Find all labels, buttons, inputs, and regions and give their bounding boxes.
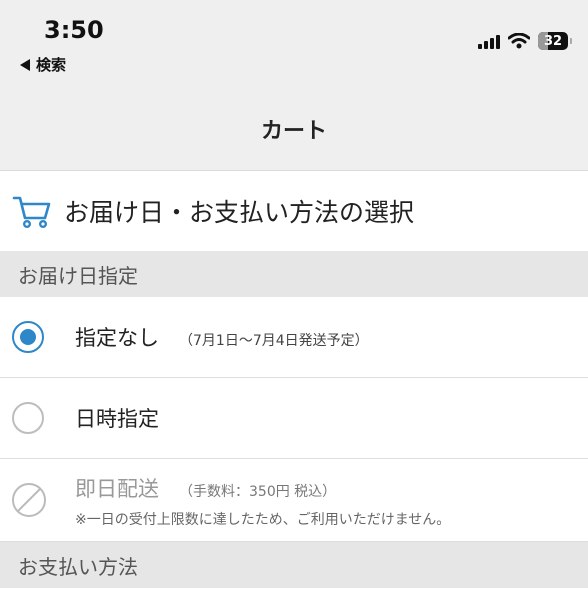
wifi-icon [508, 33, 530, 49]
section-heading-text: お届け日・お支払い方法の選択 [64, 198, 415, 227]
option-body: 即日配送 （手数料：350円 税込） ※一日の受付上限数に達したため、ご利用いただ… [75, 473, 450, 529]
navigation-bar: カート [0, 88, 588, 171]
option-label: 日時指定 [75, 407, 159, 431]
option-note: （手数料：350円 税込） [179, 484, 337, 500]
delivery-option-same-day: 即日配送 （手数料：350円 税込） ※一日の受付上限数に達したため、ご利用いただ… [0, 459, 588, 542]
delivery-date-header: お届け日指定 [0, 251, 588, 297]
delivery-option-datetime[interactable]: 日時指定 [0, 378, 588, 459]
status-time: 3:50 [44, 16, 104, 44]
back-arrow-icon [20, 58, 30, 71]
disabled-circle-slash-icon [12, 483, 46, 517]
delivery-option-unspecified[interactable]: 指定なし （7月1日〜7月4日発送予定） [0, 297, 588, 378]
option-body: 指定なし （7月1日〜7月4日発送予定） [75, 322, 369, 352]
battery-icon: 32 [538, 32, 572, 50]
option-body: 日時指定 [75, 403, 159, 433]
back-to-search-link[interactable]: 検索 [20, 54, 66, 75]
option-note: （7月1日〜7月4日発送予定） [179, 333, 369, 349]
battery-level: 32 [543, 33, 563, 49]
option-warning: ※一日の受付上限数に達したため、ご利用いただけません。 [75, 512, 451, 528]
radio-unselected-icon[interactable] [12, 402, 44, 434]
back-label: 検索 [36, 56, 67, 74]
option-label: 指定なし [75, 326, 159, 350]
option-label: 即日配送 [75, 477, 159, 501]
radio-selected-icon[interactable] [12, 321, 44, 353]
page-title: カート [260, 119, 327, 144]
section-heading: お届け日・お支払い方法の選択 [0, 171, 588, 251]
status-bar: 3:50 検索 32 [0, 0, 588, 88]
payment-method-header: お支払い方法 [0, 542, 588, 588]
signal-icon [478, 33, 500, 49]
status-icons: 32 [478, 32, 572, 50]
cart-icon [12, 196, 51, 229]
